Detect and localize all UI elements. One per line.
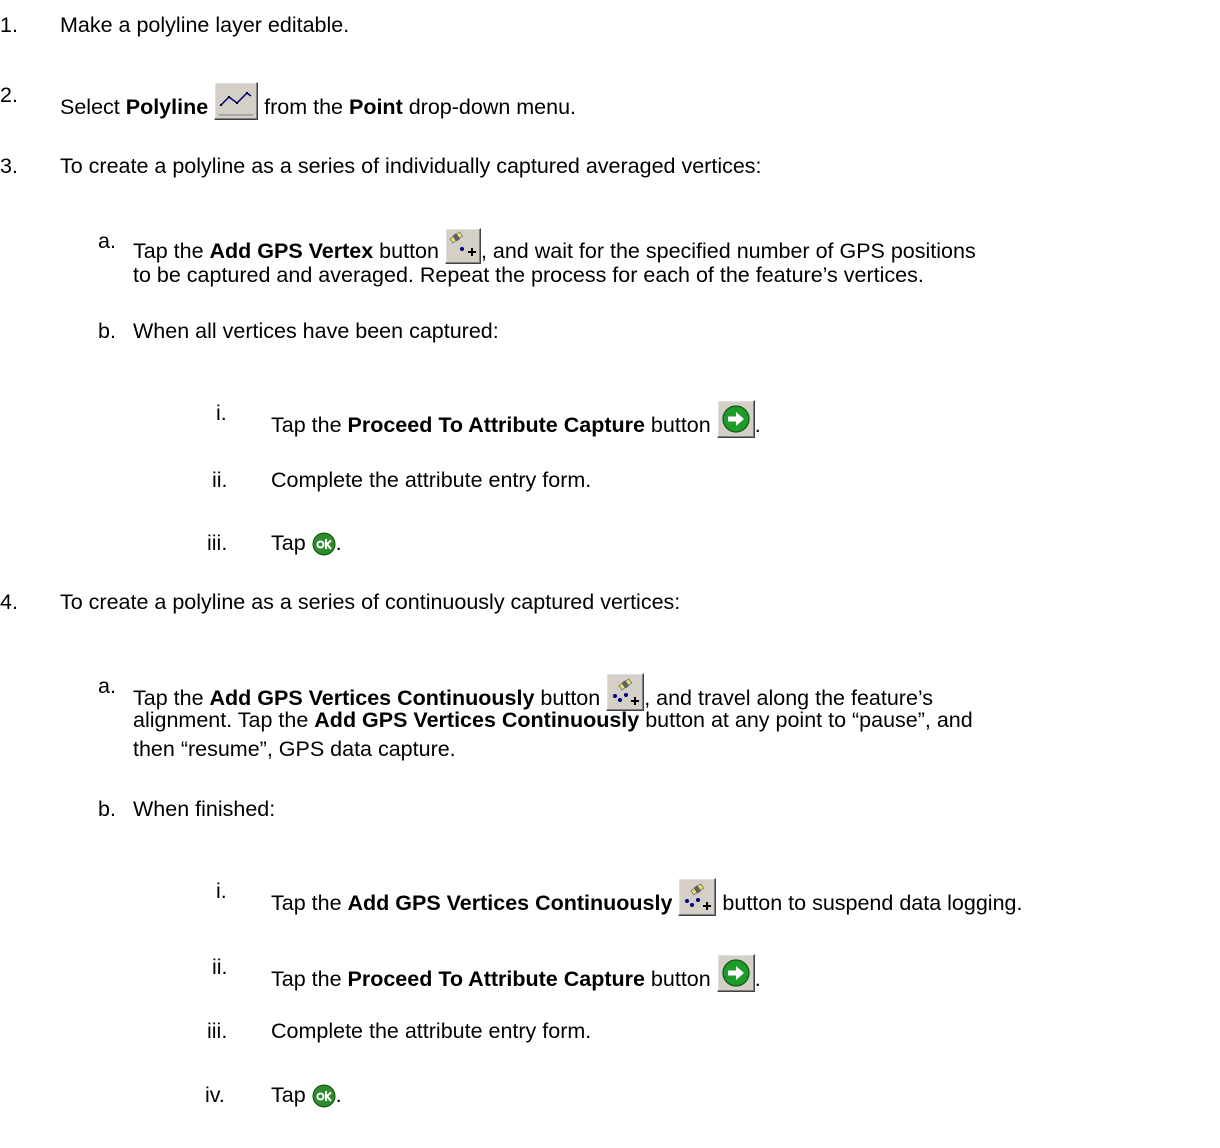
proceed-label: Proceed To Attribute Capture	[347, 413, 645, 437]
point-menu-label: Point	[348, 95, 403, 119]
add-gps-vertices-continuously-label: Add GPS Vertices Continuously	[347, 891, 673, 915]
step-text: Make a polyline layer editable.	[60, 13, 350, 37]
polyline-label: Polyline	[125, 95, 209, 119]
item-text: Complete the attribute entry form.	[271, 1019, 592, 1043]
item-text: Complete the attribute entry form.	[271, 468, 592, 492]
ok-icon	[312, 1084, 336, 1108]
step-number: 2.	[0, 83, 18, 107]
step-4a-continued-2: then “resume”, GPS data capture.	[133, 737, 456, 761]
item-text: Tap .	[271, 1083, 342, 1108]
substep-letter: b.	[98, 319, 116, 343]
step-number: 3.	[0, 154, 18, 178]
add-gps-vertex-icon	[444, 228, 481, 264]
step-4a-continued-1: alignment. Tap the Add GPS Vertices Cont…	[133, 708, 973, 732]
substep-letter: b.	[98, 797, 116, 821]
roman-numeral: iii.	[207, 1019, 228, 1043]
step-text: To create a polyline as a series of cont…	[60, 590, 681, 614]
substep-text: Tap the Add GPS Vertices Continuously bu…	[133, 673, 933, 711]
ok-icon	[312, 532, 336, 556]
substep-text: When all vertices have been captured:	[133, 319, 499, 343]
document-page: { "steps": [ { "num": "1.", "text": "Mak…	[0, 0, 1220, 1148]
proceed-label: Proceed To Attribute Capture	[347, 967, 645, 991]
roman-numeral: ii.	[212, 468, 228, 492]
step-text: To create a polyline as a series of indi…	[60, 154, 762, 178]
green-arrow-icon	[716, 954, 755, 992]
roman-numeral: i.	[216, 879, 227, 903]
step-text: Select Polyline from the Point drop-down…	[60, 82, 576, 120]
substep-letter: a.	[98, 229, 116, 253]
green-arrow-icon	[716, 400, 755, 438]
item-text: Tap the Add GPS Vertices Continuously bu…	[271, 878, 1022, 916]
roman-numeral: iii.	[207, 531, 228, 555]
item-text: Tap the Proceed To Attribute Capture but…	[271, 400, 761, 438]
item-text: Tap .	[271, 531, 342, 556]
roman-numeral: ii.	[212, 955, 228, 979]
item-text: Tap the Proceed To Attribute Capture but…	[271, 954, 761, 992]
substep-text: Tap the Add GPS Vertex button , and wait…	[133, 228, 976, 264]
substep-text: When finished:	[133, 797, 276, 821]
roman-numeral: i.	[216, 401, 227, 425]
add-gps-vertices-continuously-icon	[606, 673, 645, 711]
substep-letter: a.	[98, 674, 116, 698]
polyline-tool-icon	[214, 82, 259, 120]
add-gps-vertex-label: Add GPS Vertex	[209, 239, 374, 263]
step-number: 4.	[0, 590, 18, 614]
add-gps-vertices-continuously-icon	[678, 878, 717, 916]
step-3a-continued: to be captured and averaged. Repeat the …	[133, 263, 924, 287]
roman-numeral: iv.	[205, 1083, 225, 1107]
step-number: 1.	[0, 13, 18, 37]
